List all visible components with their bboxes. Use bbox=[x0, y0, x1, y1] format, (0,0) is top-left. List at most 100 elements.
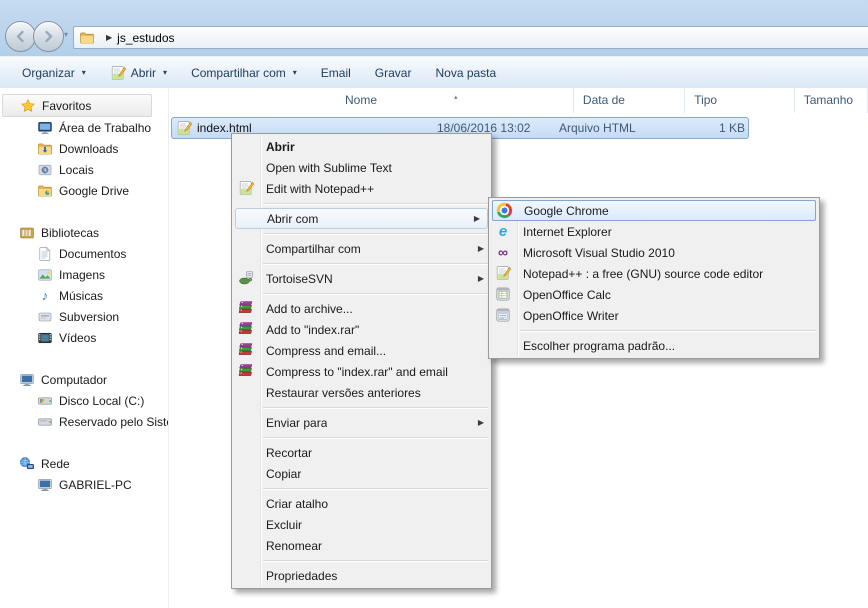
video-icon bbox=[37, 330, 53, 346]
image-icon bbox=[37, 267, 53, 283]
menu-item-label: Criar atalho bbox=[266, 497, 328, 511]
toolbar-button-compartilhar-com[interactable]: Compartilhar com▾ bbox=[179, 61, 309, 85]
open-with-submenu: Google ChromeeInternet Explorer ∞ Microsof… bbox=[488, 197, 820, 359]
sidebar-item-disco-local-c[interactable]: Disco Local (C:) bbox=[0, 390, 168, 411]
forward-button[interactable] bbox=[33, 21, 64, 52]
toolbar-button-nova-pasta[interactable]: Nova pasta bbox=[423, 61, 508, 85]
tree-group-bibliotecas: BibliotecasDocumentosImagens♪MúsicasSubv… bbox=[0, 222, 168, 348]
places-icon bbox=[37, 162, 53, 178]
sidebar-item-google-drive[interactable]: Google Drive bbox=[0, 180, 168, 201]
desktop-icon bbox=[37, 120, 53, 136]
sidebar-item-downloads[interactable]: Downloads bbox=[0, 138, 168, 159]
context-menu-item-edit-with-notepad[interactable]: Edit with Notepad++ bbox=[232, 178, 491, 199]
sidebar-item-label: Disco Local (C:) bbox=[59, 394, 144, 408]
open-with-item-openoffice-writer[interactable]: OpenOffice Writer bbox=[489, 305, 819, 326]
context-menu-item-restaurar-versoes-anteriores[interactable]: Restaurar versões anteriores bbox=[232, 382, 491, 403]
sidebar-item-reservado-pelo-siste[interactable]: Reservado pelo Siste bbox=[0, 411, 168, 432]
context-menu-item-criar-atalho[interactable]: Criar atalho bbox=[232, 493, 491, 514]
toolbar-button-email[interactable]: Email bbox=[309, 61, 363, 85]
context-menu-item-copiar[interactable]: Copiar bbox=[232, 463, 491, 484]
toolbar-button-label: Nova pasta bbox=[435, 66, 496, 80]
chrome-icon bbox=[496, 202, 512, 218]
open-with-item-openoffice-calc[interactable]: OpenOffice Calc bbox=[489, 284, 819, 305]
menu-item-label: Abrir bbox=[266, 140, 295, 154]
context-menu-item-excluir[interactable]: Excluir bbox=[232, 514, 491, 535]
downloads-icon bbox=[37, 141, 53, 157]
context-menu-item-compartilhar-com[interactable]: Compartilhar com▶ bbox=[232, 238, 491, 259]
menu-item-label: Compartilhar com bbox=[266, 242, 361, 256]
toolbar-button-label: Email bbox=[321, 66, 351, 80]
context-menu-item-add-to-index-rar[interactable]: Add to "index.rar" bbox=[232, 319, 491, 340]
open-with-item-microsoft-visual-studio-2010[interactable]: ∞ Microsoft Visual Studio 2010 bbox=[489, 242, 819, 263]
menu-separator bbox=[263, 293, 488, 294]
context-menu-item-compress-and-email[interactable]: Compress and email... bbox=[232, 340, 491, 361]
libraries-icon bbox=[19, 225, 35, 241]
sidebar-group-bibliotecas[interactable]: Bibliotecas bbox=[0, 222, 168, 243]
open-with-item-google-chrome[interactable]: Google Chrome bbox=[492, 200, 816, 221]
sidebar-group-favoritos[interactable]: Favoritos bbox=[2, 94, 152, 117]
sidebar-item-gabriel-pc[interactable]: GABRIEL-PC bbox=[0, 474, 168, 495]
context-menu-item-recortar[interactable]: Recortar bbox=[232, 442, 491, 463]
sidebar-group-label: Favoritos bbox=[42, 99, 91, 113]
context-menu-item-renomear[interactable]: Renomear bbox=[232, 535, 491, 556]
menu-item-label: Enviar para bbox=[266, 416, 327, 430]
vs-icon: ∞ bbox=[495, 244, 511, 260]
menu-item-label: Abrir com bbox=[267, 212, 318, 226]
column-header-tamanho[interactable]: Tamanho bbox=[795, 88, 868, 113]
context-menu-item-enviar-para[interactable]: Enviar para▶ bbox=[232, 412, 491, 433]
breadcrumb-arrow-icon[interactable]: ▶ bbox=[106, 33, 112, 42]
sidebar-item-documentos[interactable]: Documentos bbox=[0, 243, 168, 264]
hddwin-icon bbox=[37, 393, 53, 409]
tree-group-computador: Computador Disco Local (C:) Reservado pelo… bbox=[0, 369, 168, 432]
notepadpp-icon bbox=[495, 265, 511, 281]
sidebar-item-locais[interactable]: Locais bbox=[0, 159, 168, 180]
column-header-tipo[interactable]: Tipo bbox=[685, 88, 794, 113]
toolbar-button-abrir[interactable]: Abrir▾ bbox=[98, 61, 179, 85]
open-with-item-notepad-a-free-gnu-source-code-editor[interactable]: Notepad++ : a free (GNU) source code edi… bbox=[489, 263, 819, 284]
context-menu-item-add-to-archive[interactable]: Add to archive... bbox=[232, 298, 491, 319]
back-button[interactable] bbox=[5, 21, 36, 52]
menu-item-label: Notepad++ : a free (GNU) source code edi… bbox=[523, 267, 763, 281]
menu-item-label: Compress and email... bbox=[266, 344, 386, 358]
menu-item-label: Microsoft Visual Studio 2010 bbox=[523, 246, 675, 260]
context-menu-item-open-with-sublime-text[interactable]: Open with Sublime Text bbox=[232, 157, 491, 178]
toolbar-button-organizar[interactable]: Organizar ▾ bbox=[10, 61, 98, 85]
open-with-item-internet-explorer[interactable]: eInternet Explorer bbox=[489, 221, 819, 242]
sidebar-item-area-de-trabalho[interactable]: Área de Trabalho bbox=[0, 117, 168, 138]
sidebar-item-subversion[interactable]: Subversion bbox=[0, 306, 168, 327]
context-menu-item-propriedades[interactable]: Propriedades bbox=[232, 565, 491, 586]
sidebar-group-rede[interactable]: Rede bbox=[0, 453, 168, 474]
chevron-down-icon: ▾ bbox=[82, 68, 86, 77]
column-header-data[interactable]: Data de modificaç... bbox=[574, 88, 685, 113]
open-with-item-escolher-programa-padrao[interactable]: Escolher programa padrão... bbox=[489, 335, 819, 356]
sidebar-item-videos[interactable]: Vídeos bbox=[0, 327, 168, 348]
menu-separator bbox=[263, 203, 488, 204]
back-arrow-icon bbox=[18, 32, 23, 41]
toolbar-button-label: Abrir bbox=[131, 66, 156, 80]
menu-separator bbox=[263, 437, 488, 438]
breadcrumb-folder[interactable]: js_estudos bbox=[117, 31, 174, 45]
address-bar[interactable]: ▶ js_estudos bbox=[73, 26, 868, 49]
menu-item-label: Add to archive... bbox=[266, 302, 353, 316]
recent-pages-dropdown-icon[interactable]: ▾ bbox=[64, 30, 68, 39]
toolbar-button-gravar[interactable]: Gravar bbox=[363, 61, 424, 85]
sidebar-group-label: Computador bbox=[41, 373, 107, 387]
context-menu-item-tortoisesvn[interactable]: TortoiseSVN▶ bbox=[232, 268, 491, 289]
toolbar-button-label: Organizar bbox=[22, 66, 75, 80]
ie-icon: e bbox=[495, 223, 511, 239]
context-menu-item-compress-to-index-rar-and-email[interactable]: Compress to "index.rar" and email bbox=[232, 361, 491, 382]
music-icon: ♪ bbox=[37, 288, 53, 304]
winrar-icon bbox=[238, 342, 254, 358]
column-header-nome[interactable]: Nome ▴ bbox=[336, 88, 574, 113]
menu-separator bbox=[263, 233, 488, 234]
tree-group-rede: RedeGABRIEL-PC bbox=[0, 453, 168, 495]
sidebar-item-musicas[interactable]: ♪Músicas bbox=[0, 285, 168, 306]
menu-item-label: Compress to "index.rar" and email bbox=[266, 365, 448, 379]
sidebar-group-computador[interactable]: Computador bbox=[0, 369, 168, 390]
tree-group-favoritos: Favoritos Área de TrabalhoDownloadsLocais… bbox=[0, 94, 168, 201]
context-menu-item-abrir[interactable]: Abrir bbox=[232, 136, 491, 157]
html-file-icon bbox=[176, 120, 192, 136]
hdd-icon bbox=[37, 414, 53, 430]
context-menu-item-abrir-com[interactable]: Abrir com▶ bbox=[235, 208, 488, 229]
sidebar-item-imagens[interactable]: Imagens bbox=[0, 264, 168, 285]
